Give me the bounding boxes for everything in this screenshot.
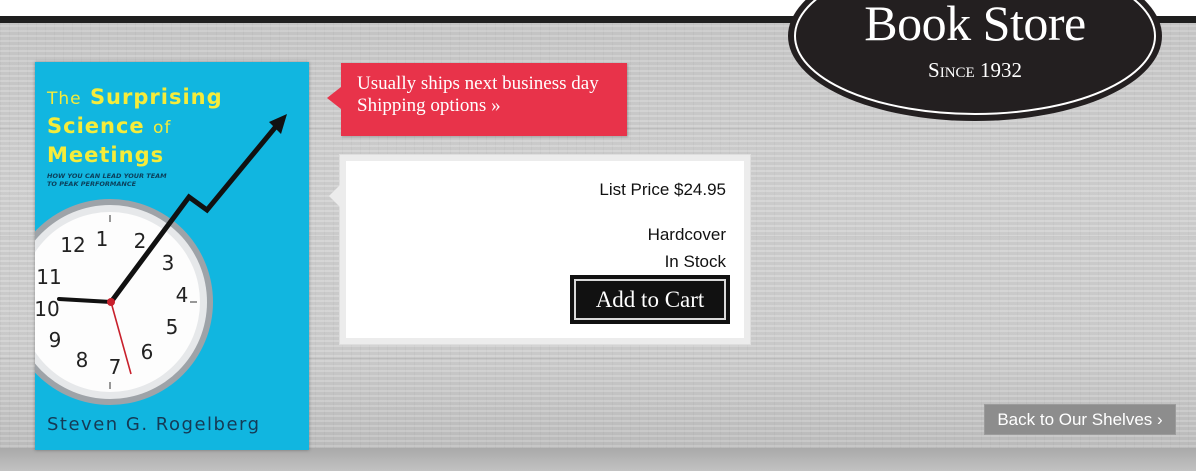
add-to-cart-label: Add to Cart (574, 279, 726, 320)
back-to-shelves-button[interactable]: Back to Our Shelves › (984, 404, 1176, 435)
clock-numeral: 3 (162, 251, 175, 275)
shelf-edge (0, 448, 1196, 471)
shipping-availability: Usually ships next business day (357, 73, 599, 94)
clock-numeral: 10 (35, 297, 60, 321)
book-author: Steven G. Rogelberg (47, 414, 261, 435)
stock-status: In Stock (664, 252, 726, 271)
clock-numeral: 6 (141, 340, 154, 364)
clock-numeral: 5 (166, 315, 179, 339)
shipping-options-link[interactable]: Shipping options » (357, 95, 627, 117)
clock-numeral: 4 (176, 283, 189, 307)
book-cover[interactable]: 12 1 2 3 4 5 6 7 8 9 10 11 The Surprisin… (35, 62, 309, 450)
logo-subtitle: Since 1932 (928, 58, 1022, 82)
clock-numeral: 11 (36, 265, 61, 289)
clock-numeral: 2 (134, 229, 147, 253)
clock-numeral: 9 (49, 328, 62, 352)
list-price: List Price $24.95 (599, 180, 726, 199)
book-subtitle: HOW YOU CAN LEAD YOUR TEAM TO PEAK PERFO… (47, 172, 167, 188)
book-format: Hardcover (647, 225, 726, 244)
clock-numeral: 1 (96, 227, 109, 251)
store-logo[interactable]: Book Store Since 1932 (784, 0, 1166, 124)
add-to-cart-button[interactable]: Add to Cart (570, 275, 730, 324)
clock-numeral: 7 (109, 355, 122, 379)
purchase-panel: List Price $24.95 Hardcover In Stock Add… (329, 155, 750, 344)
book-title: The Surprising Science of Meetings (47, 85, 223, 167)
logo-title: Book Store (864, 0, 1086, 51)
shipping-callout: Usually ships next business day Shipping… (327, 63, 627, 136)
clock-numeral: 8 (76, 348, 89, 372)
clock-numeral: 12 (60, 233, 85, 257)
